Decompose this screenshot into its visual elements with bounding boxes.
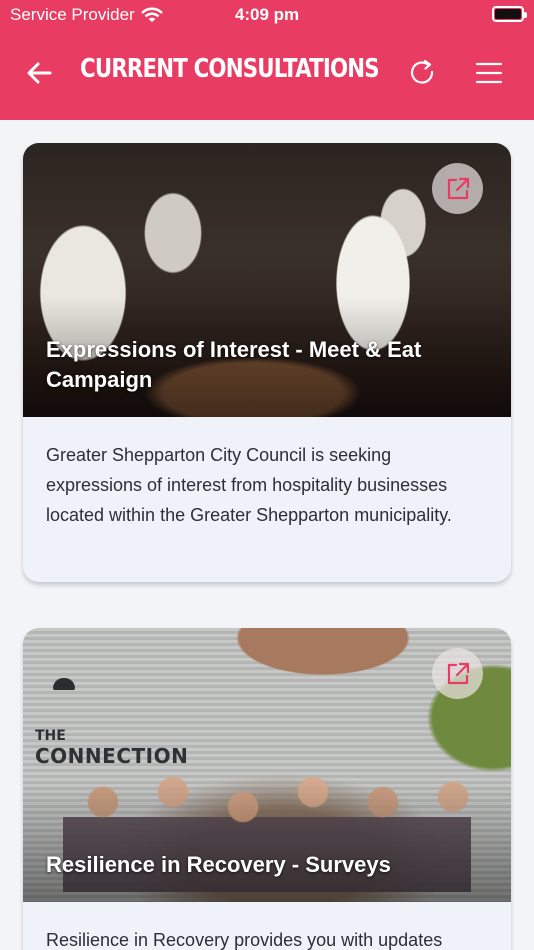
- refresh-icon[interactable]: [408, 58, 438, 88]
- sign-line-1: THE: [35, 728, 66, 744]
- card-description: Greater Shepparton City Council is seeki…: [46, 445, 452, 525]
- card-description: Resilience in Recovery provides you with…: [46, 930, 443, 950]
- external-link-icon: [447, 662, 469, 684]
- app-bar: Service Provider 4:09 pm CURRENT CONSULT…: [0, 0, 534, 120]
- hamburger-menu-icon[interactable]: [474, 58, 504, 88]
- card-image: THE CONNECTION Resilience in Recovery - …: [23, 628, 511, 902]
- external-link-button[interactable]: [432, 648, 483, 699]
- consultation-card[interactable]: Expressions of Interest - Meet & Eat Cam…: [23, 143, 511, 582]
- status-bar: Service Provider 4:09 pm: [0, 0, 534, 30]
- navigation-bar: CURRENT CONSULTATIONS: [0, 44, 534, 104]
- wall-lamp: [53, 678, 75, 690]
- card-image: Expressions of Interest - Meet & Eat Cam…: [23, 143, 511, 417]
- consultation-card[interactable]: THE CONNECTION Resilience in Recovery - …: [23, 628, 511, 950]
- back-arrow-icon[interactable]: [24, 58, 54, 88]
- card-title: Expressions of Interest - Meet & Eat Cam…: [46, 337, 422, 392]
- battery-icon: [492, 6, 527, 22]
- external-link-icon: [447, 177, 469, 199]
- page-title: CURRENT CONSULTATIONS: [80, 54, 380, 84]
- clock: 4:09 pm: [234, 5, 300, 24]
- card-title: Resilience in Recovery - Surveys: [46, 852, 391, 877]
- external-link-button[interactable]: [432, 163, 483, 214]
